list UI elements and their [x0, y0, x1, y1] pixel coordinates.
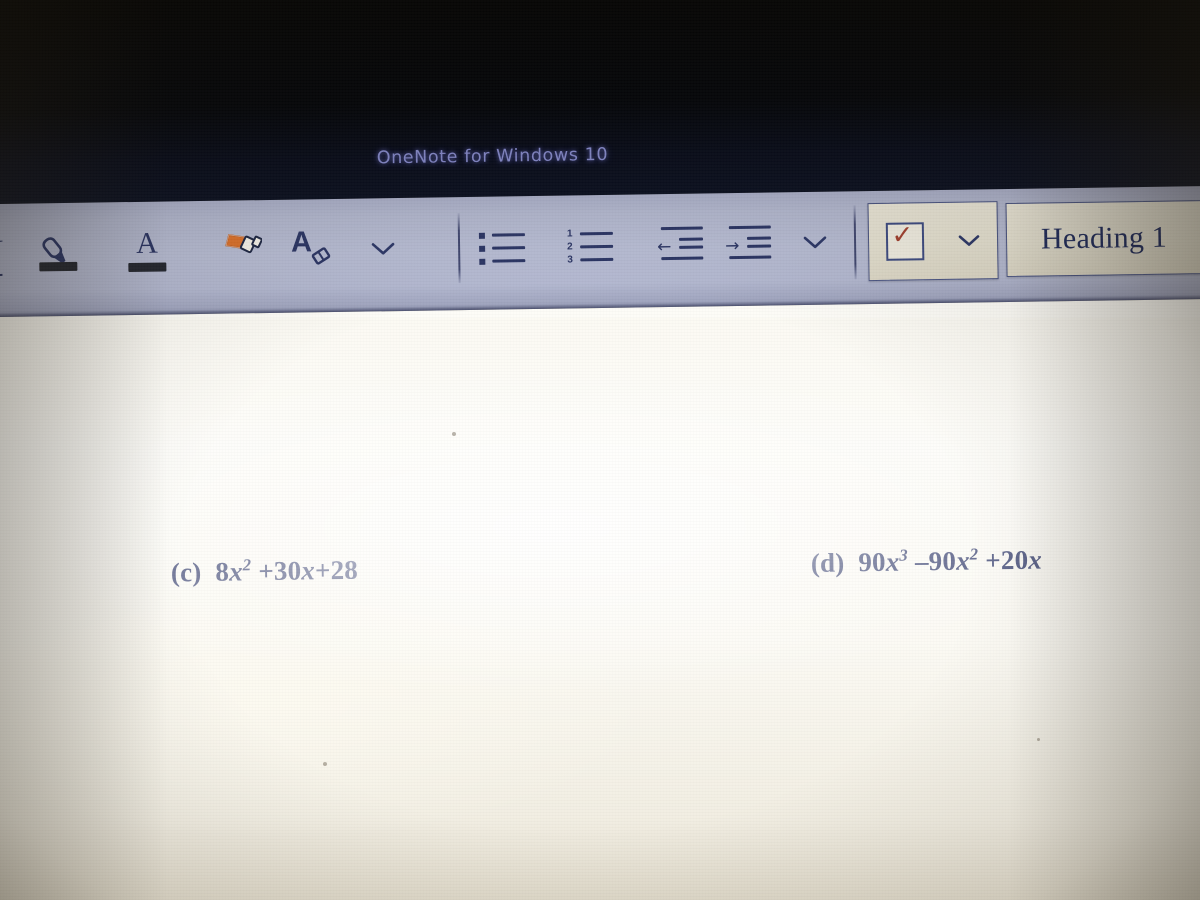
decrease-indent-icon: ← — [657, 226, 704, 264]
photo-of-screen: OneNote for Windows 10 U A A 1 2 3 ← → ✓… — [0, 0, 1200, 900]
note-page-canvas[interactable]: (c) 8x2 +30x+28 (d) 90x3 –90x2 +20x — [0, 298, 1200, 900]
font-overflow-chevron-button[interactable] — [354, 220, 413, 279]
decrease-indent-button[interactable]: ← — [648, 215, 713, 274]
text-highlight-button[interactable] — [22, 221, 95, 288]
equation-c[interactable]: (c) 8x2 +30x+28 — [171, 554, 359, 589]
font-color-button[interactable]: A — [113, 219, 182, 286]
todo-tag-button[interactable]: ✓ — [867, 201, 999, 282]
clear-formatting-icon: A — [291, 226, 336, 271]
toolbar-separator-1 — [457, 213, 461, 284]
checkbox-checked-icon[interactable]: ✓ — [885, 220, 924, 261]
increase-indent-button[interactable]: → — [716, 214, 781, 273]
font-color-icon: A — [127, 227, 168, 276]
equation-d-label: (d) — [810, 547, 845, 578]
chevron-down-icon — [802, 230, 828, 255]
numbered-list-button[interactable]: 1 2 3 — [558, 217, 623, 276]
window-title: OneNote for Windows 10 — [376, 144, 609, 169]
bulleted-list-icon — [478, 229, 526, 266]
highlighter-pen-icon — [36, 232, 81, 277]
style-selector-dropdown[interactable]: Heading 1 — [1005, 198, 1200, 278]
toolbar-separator-2 — [853, 205, 857, 280]
equation-c-label: (c) — [170, 557, 202, 588]
font-color-bar — [128, 262, 167, 273]
format-painter-button[interactable] — [206, 218, 273, 283]
chevron-down-icon[interactable] — [956, 228, 980, 253]
numbered-list-icon: 1 2 3 — [567, 228, 614, 266]
style-selector-value: Heading 1 — [1040, 220, 1168, 256]
window-title-bar: OneNote for Windows 10 — [0, 0, 1200, 205]
formatting-toolbar: U A A 1 2 3 ← → ✓ Heading 1 — [0, 185, 1200, 318]
chevron-down-icon — [370, 237, 396, 262]
equation-d-expression: 90x3 –90x2 +20x — [851, 544, 1043, 578]
underline-icon: U — [0, 234, 4, 276]
highlight-color-bar — [39, 261, 78, 272]
increase-indent-icon: → — [725, 225, 772, 263]
clear-formatting-button[interactable]: A — [278, 217, 349, 282]
paragraph-overflow-chevron-button[interactable] — [786, 213, 845, 272]
equation-c-expression: 8x2 +30x+28 — [208, 554, 359, 587]
equation-d[interactable]: (d) 90x3 –90x2 +20x — [811, 544, 1043, 579]
bulleted-list-button[interactable] — [470, 218, 535, 277]
format-painter-icon — [216, 226, 263, 276]
onenote-window: OneNote for Windows 10 U A A 1 2 3 ← → ✓… — [0, 0, 1200, 900]
